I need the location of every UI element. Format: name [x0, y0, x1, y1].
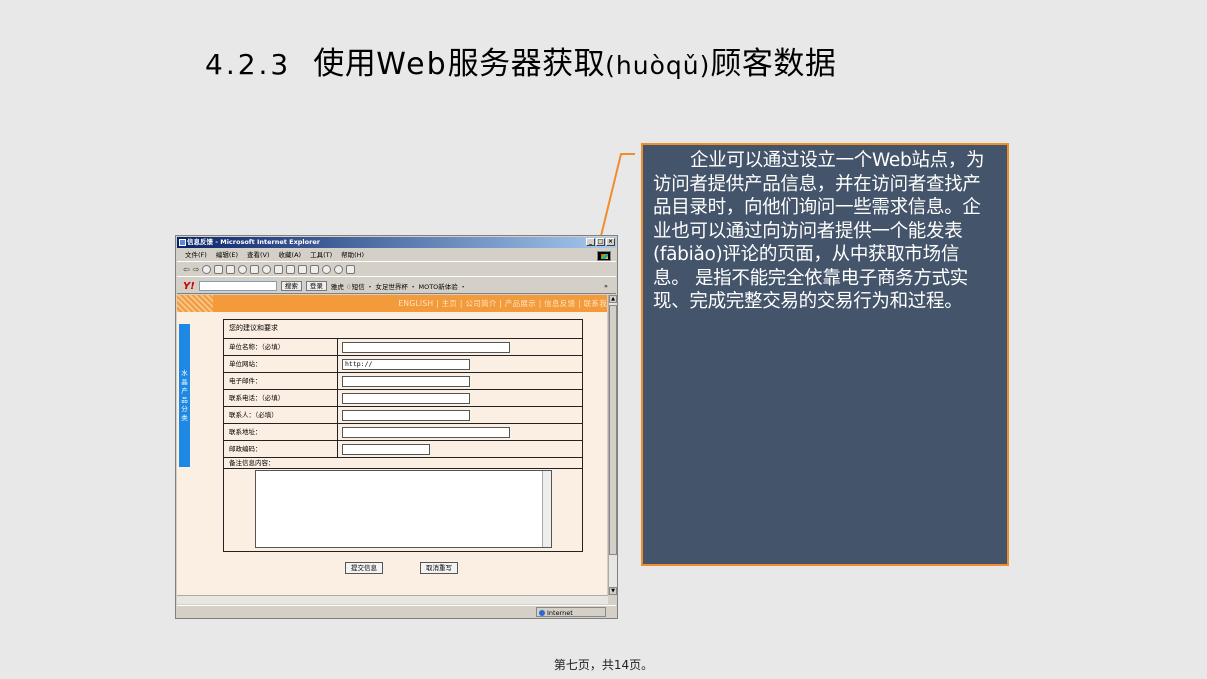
side-category-tab[interactable]: 水晶产品分类 [179, 324, 190, 467]
horizontal-scrollbar[interactable] [177, 595, 608, 604]
form-row-email: 电子邮件： [224, 373, 582, 390]
email-input[interactable] [342, 376, 470, 387]
feedback-form: 您的建议和要求 单位名称：（必填） 单位网站： http:// 电子邮件： 联系… [223, 319, 583, 552]
callout-text: 企业可以通过设立一个Web站点，为访问者提供产品信息，并在访问者查找产品目录时，… [653, 150, 985, 312]
site-nav[interactable]: ENGLISH | 主页 | 公司简介 | 产品展示 | 信息反馈 | 联系我 [398, 298, 607, 309]
menu-tools[interactable]: 工具(T) [310, 249, 332, 261]
menu-file[interactable]: 文件(F) [185, 249, 207, 261]
security-zone: Internet [536, 607, 606, 617]
close-icon[interactable]: × [606, 238, 615, 246]
form-row-contact: 联系人：（必填） [224, 407, 582, 424]
minimize-icon[interactable]: _ [586, 238, 595, 246]
window-title: 信息反馈 - Microsoft Internet Explorer [187, 238, 320, 246]
status-bar: Internet [177, 605, 616, 617]
yahoo-toolbar-links[interactable]: 雅虎 ♢短信 ・ 女足世界杯 ・ MOTO新体验 ・ [331, 281, 467, 291]
yahoo-search-input[interactable] [198, 281, 277, 291]
field-label: 单位网站： [229, 360, 262, 368]
site-header: ENGLISH | 主页 | 公司简介 | 产品展示 | 信息反馈 | 联系我 [177, 295, 607, 312]
windows-logo-icon [597, 251, 611, 261]
refresh-icon[interactable] [214, 265, 224, 274]
web-page-content: ENGLISH | 主页 | 公司简介 | 产品展示 | 信息反馈 | 联系我 … [177, 295, 607, 595]
field-label: 联系电话：（必填） [229, 394, 285, 402]
website-input[interactable]: http:// [342, 359, 470, 370]
reset-button[interactable]: 取消重写 [420, 562, 458, 574]
favorites-icon[interactable] [250, 265, 260, 274]
history-icon[interactable] [262, 265, 272, 274]
title-number: 4.2.3 [205, 48, 292, 81]
notes-label: 备注信息内容： [224, 458, 582, 469]
postcode-input[interactable] [342, 444, 430, 455]
title-text-mid: 服务器获取 [447, 46, 606, 82]
form-row-company: 单位名称：（必填） [224, 339, 582, 356]
form-row-address: 联系地址： [224, 424, 582, 441]
slide-title: 4.2.3 使用Web服务器获取(huòqǔ)顾客数据 [205, 38, 836, 83]
edit-icon[interactable] [298, 265, 308, 274]
form-row-website: 单位网站： http:// [224, 356, 582, 373]
vertical-scrollbar[interactable]: ▲ ▼ [608, 295, 617, 595]
address-input[interactable] [342, 427, 510, 438]
form-row-postcode: 邮政编码： [224, 441, 582, 458]
title-text-pre: 使用 [313, 46, 377, 82]
toolbar-more-icon[interactable]: » [604, 282, 608, 290]
back-icon[interactable]: ⇦ [183, 265, 190, 274]
ie-window-icon [179, 239, 186, 246]
page-footer: 第七页，共14页。 [553, 658, 654, 672]
yahoo-logo-icon[interactable]: Y! [183, 281, 195, 292]
print-icon[interactable] [286, 265, 296, 274]
window-titlebar: 信息反馈 - Microsoft Internet Explorer _ □ × [177, 237, 616, 248]
title-latin: Web [376, 47, 448, 82]
zone-label: Internet [547, 609, 573, 617]
form-heading: 您的建议和要求 [224, 320, 582, 339]
scroll-down-icon[interactable]: ▼ [609, 587, 617, 595]
menu-favorites[interactable]: 收藏(A) [279, 249, 302, 261]
menu-bar: 文件(F) 编辑(E) 查看(V) 收藏(A) 工具(T) 帮助(H) [177, 249, 616, 262]
menu-edit[interactable]: 编辑(E) [216, 249, 238, 261]
standard-toolbar: ⇦ ⇨ [177, 263, 616, 277]
globe-icon [539, 610, 545, 616]
form-row-phone: 联系电话：（必填） [224, 390, 582, 407]
mail-icon[interactable] [274, 265, 284, 274]
field-label: 单位名称：（必填） [229, 343, 285, 351]
textarea-scrollbar[interactable] [542, 471, 551, 547]
notes-textarea[interactable] [255, 470, 552, 548]
home-icon[interactable] [226, 265, 236, 274]
yahoo-search-button[interactable]: 搜索 [280, 281, 302, 291]
messenger-icon[interactable] [322, 265, 332, 274]
menu-view[interactable]: 查看(V) [247, 249, 270, 261]
field-label: 联系地址： [229, 428, 262, 436]
stop-icon[interactable] [202, 265, 212, 274]
forward-icon[interactable]: ⇨ [193, 265, 200, 274]
phone-input[interactable] [342, 393, 470, 404]
media-icon[interactable] [346, 265, 356, 274]
scroll-up-icon[interactable]: ▲ [609, 295, 617, 303]
company-name-input[interactable] [342, 342, 510, 353]
submit-button[interactable]: 提交信息 [345, 562, 383, 574]
window-controls: _ □ × [586, 238, 615, 246]
scroll-thumb[interactable] [609, 305, 617, 555]
title-pinyin: (huòqǔ) [605, 51, 711, 80]
yahoo-login-button[interactable]: 登录 [305, 281, 327, 291]
search-icon[interactable] [238, 265, 248, 274]
callout-box: 企业可以通过设立一个Web站点，为访问者提供产品信息，并在访问者查找产品目录时，… [641, 143, 1009, 566]
maximize-icon[interactable]: □ [596, 238, 605, 246]
menu-help[interactable]: 帮助(H) [341, 249, 364, 261]
header-decoration [177, 295, 213, 312]
contact-person-input[interactable] [342, 410, 470, 421]
field-label: 联系人：（必填） [229, 411, 278, 419]
title-text-post: 顾客数据 [710, 46, 837, 82]
discuss-icon[interactable] [310, 265, 320, 274]
field-label: 电子邮件： [229, 377, 262, 385]
yahoo-toolbar: Y! 搜索 登录 雅虎 ♢短信 ・ 女足世界杯 ・ MOTO新体验 ・ » [177, 279, 616, 294]
browser-screenshot: 信息反馈 - Microsoft Internet Explorer _ □ ×… [175, 235, 618, 619]
research-icon[interactable] [334, 265, 344, 274]
field-label: 邮政编码： [229, 445, 262, 453]
